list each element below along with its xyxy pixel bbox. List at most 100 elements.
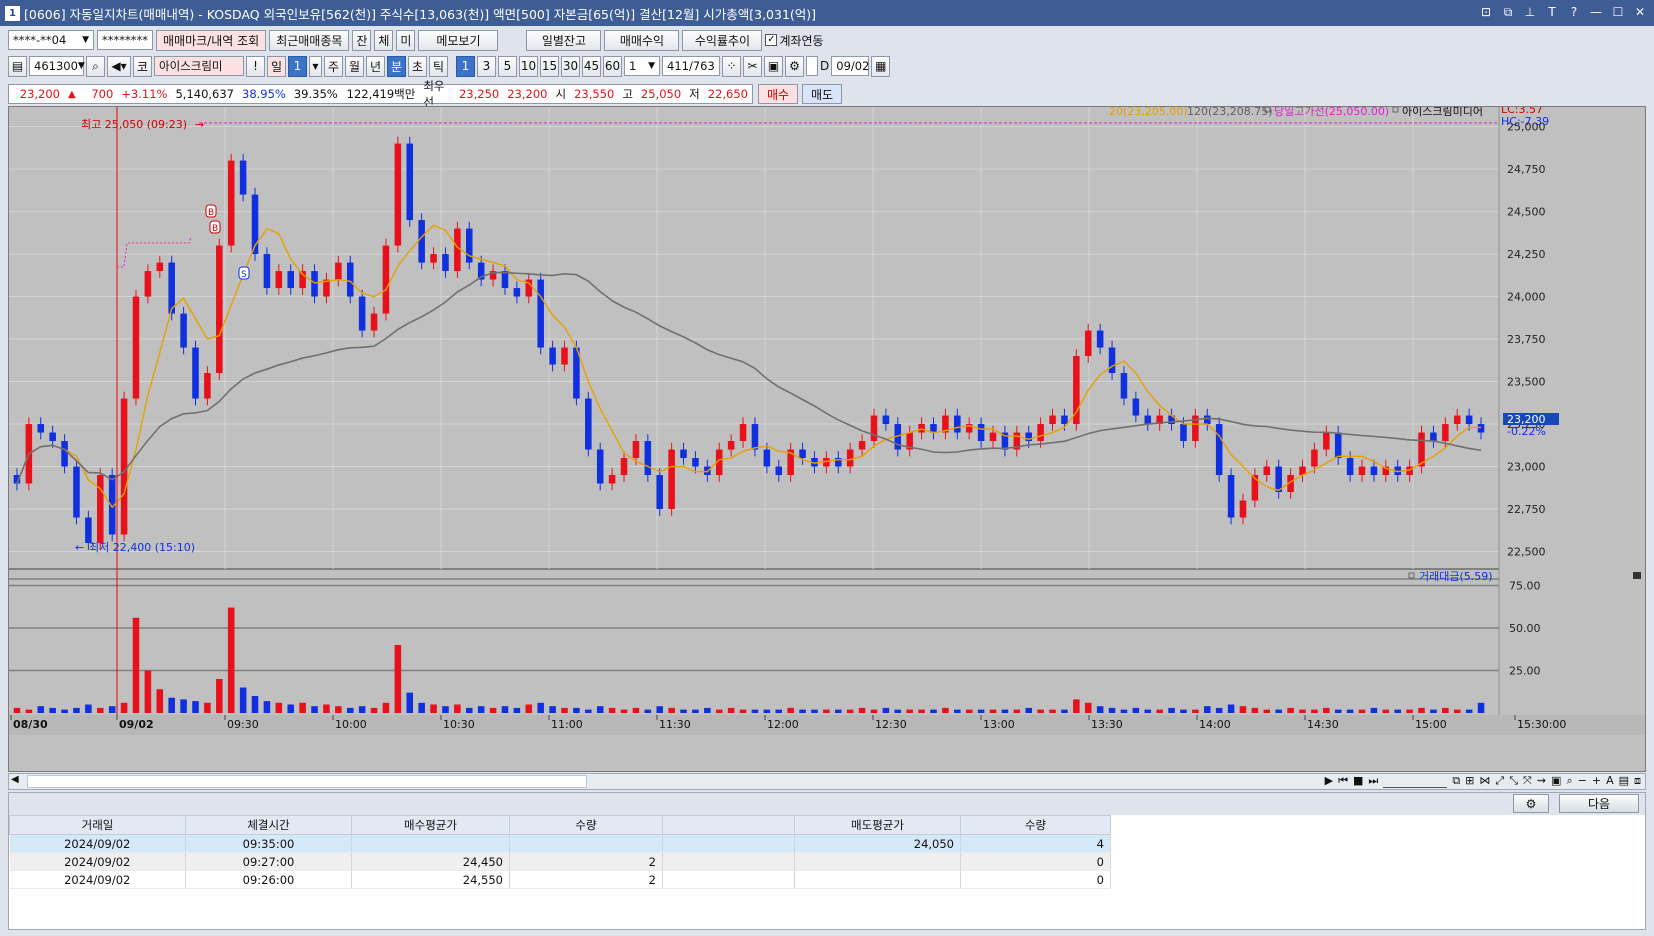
trade-profit-button[interactable]: 매매수익	[604, 29, 680, 51]
return-trend-button[interactable]: 수익률추이	[682, 29, 763, 51]
tool-icon[interactable]: ⇝	[1537, 774, 1546, 788]
zoom-slider[interactable]	[1383, 774, 1448, 788]
market-button[interactable]: 코	[133, 55, 152, 77]
account-select[interactable]: ****-**04 ▼	[8, 30, 94, 50]
scissors-icon[interactable]: ✂	[743, 55, 762, 77]
candle-body	[430, 254, 437, 263]
period-day-button[interactable]: 일	[267, 55, 286, 77]
minimize-icon[interactable]: —	[1588, 3, 1604, 21]
buy-button[interactable]: 매수	[758, 84, 798, 104]
recent-stocks-button[interactable]: 최근매매종목	[269, 29, 350, 51]
tool-icon[interactable]: ⧉	[1452, 774, 1460, 788]
tool-icon[interactable]: ⧈	[1634, 774, 1641, 788]
tool-icon[interactable]: ⤢	[1495, 774, 1504, 788]
tool-icon[interactable]: ⊞	[1465, 774, 1474, 788]
candle-body	[418, 220, 425, 263]
zoom-out-icon[interactable]: −	[1578, 774, 1587, 788]
candle-body	[1465, 415, 1473, 425]
period-month-button[interactable]: 월	[345, 55, 364, 77]
interval-button[interactable]: 3	[477, 55, 496, 77]
stop-icon[interactable]: ■	[1353, 774, 1363, 788]
font-icon[interactable]: T	[1544, 3, 1560, 21]
scroll-right-icon[interactable]: ▶	[1325, 774, 1333, 788]
jan-button[interactable]: 잔	[352, 29, 372, 51]
price-chart[interactable]: 최고 25,050 (09:23) → ← 최저 22,400 (15:10) …	[9, 103, 1645, 771]
save-icon[interactable]: ▣	[764, 55, 783, 77]
tool-icon[interactable]: ▤	[1619, 774, 1629, 788]
memo-button[interactable]: 메모보기	[418, 29, 499, 51]
text-icon[interactable]: A	[1606, 774, 1614, 788]
account-link-label: 계좌연동	[779, 33, 824, 48]
count-select[interactable]: 1 ▼	[624, 56, 660, 76]
scroll-thumb[interactable]	[27, 775, 587, 788]
mi-button[interactable]: 미	[396, 29, 416, 51]
warning-button[interactable]: !	[246, 55, 265, 77]
gear-icon[interactable]: ⚙	[1513, 794, 1549, 813]
zoom-in-icon[interactable]: +	[1592, 774, 1601, 788]
zoom-icon[interactable]: ⌕	[1566, 774, 1572, 788]
volume-bar	[525, 704, 533, 713]
interval-button[interactable]: 30	[561, 55, 580, 77]
period-tick-button[interactable]: 틱	[429, 55, 448, 77]
tool-icon[interactable]: ▣	[1551, 774, 1561, 788]
marker-query-button[interactable]: 매매마크/내역 조회	[156, 29, 267, 51]
candle-body	[144, 271, 152, 297]
fast-forward-icon[interactable]: ⏭	[1368, 774, 1378, 788]
interval-button[interactable]: 1	[456, 55, 475, 77]
daily-balance-button[interactable]: 일별잔고	[526, 29, 602, 51]
period-week-button[interactable]: 주	[324, 55, 343, 77]
interval-button[interactable]: 5	[498, 55, 517, 77]
speaker-icon[interactable]: ◀▾	[107, 55, 131, 77]
interval-button[interactable]: 45	[582, 55, 601, 77]
layout-icon[interactable]: ▤	[8, 55, 27, 77]
interval-button[interactable]: 10	[519, 55, 538, 77]
period-second-button[interactable]: 초	[408, 55, 427, 77]
chart-scrollbar[interactable]: ◀ ▶ ⏮ ■ ⏭ ⧉ ⊞ ⋈ ⤢ ⤡ ⤧ ⇝ ▣ ⌕ − + A ▤ ⧈	[8, 773, 1646, 790]
time-tick-label: 10:30	[443, 718, 475, 731]
chart-area[interactable]: 최고 25,050 (09:23) → ← 최저 22,400 (15:10) …	[8, 103, 1646, 772]
table-row[interactable]: 2024/09/02 09:26:00 24,550 2 0	[9, 870, 1111, 889]
table-row[interactable]: 2024/09/02 09:27:00 24,450 2 0	[9, 852, 1111, 871]
tool-icon[interactable]: ⤧	[1523, 774, 1532, 788]
date-field[interactable]: 09/02	[831, 56, 869, 76]
sell-button[interactable]: 매도	[802, 84, 842, 104]
pin-icon[interactable]: ⊥	[1522, 3, 1538, 21]
candle-body	[37, 424, 45, 433]
position-field[interactable]: 411/763	[662, 56, 720, 76]
col-sell-avg: 매도평균가	[794, 815, 961, 835]
tool-icon[interactable]: ⋈	[1479, 774, 1490, 788]
time-tick-label: 12:30	[875, 718, 907, 731]
interval-button[interactable]: 60	[603, 55, 622, 77]
tool-icon[interactable]: ⤡	[1509, 774, 1518, 788]
password-field[interactable]: ********	[97, 30, 153, 50]
interval-button[interactable]: 15	[540, 55, 559, 77]
search-icon[interactable]: ⌕	[86, 55, 105, 77]
volume-bar	[1477, 702, 1485, 713]
help-icon[interactable]: ?	[1566, 3, 1582, 21]
link-icon[interactable]: ⊡	[1478, 3, 1494, 21]
close-icon[interactable]: ✕	[1632, 3, 1648, 21]
volume-bar	[1001, 709, 1009, 713]
panel-close-icon[interactable]	[1633, 572, 1641, 579]
window-copy-icon[interactable]: ⧉	[1500, 3, 1516, 21]
calendar-icon[interactable]: ▦	[871, 55, 891, 77]
d-checkbox[interactable]	[806, 56, 818, 76]
code-value: 461300	[34, 59, 78, 73]
gear-icon[interactable]: ⚙	[785, 55, 804, 77]
period-minute-button[interactable]: 분	[387, 55, 406, 77]
chevron-down-icon[interactable]: ▼	[309, 55, 322, 77]
period-year-button[interactable]: 년	[366, 55, 385, 77]
che-button[interactable]: 체	[374, 29, 394, 51]
account-link-checkbox[interactable]: ✓ 계좌연동	[765, 32, 824, 49]
table-row[interactable]: 2024/09/02 09:35:00 24,050 4	[9, 834, 1111, 853]
period-count[interactable]: 1	[288, 55, 307, 77]
scroll-left-icon[interactable]: ◀	[11, 774, 19, 785]
code-input[interactable]: 461300 ▼	[29, 56, 85, 76]
crosshair-icon[interactable]: ⁘	[722, 55, 741, 77]
high-annotation: 최고 25,050 (09:23)	[81, 118, 187, 131]
volume-bar	[1418, 707, 1425, 713]
rewind-icon[interactable]: ⏮	[1338, 774, 1348, 788]
maximize-icon[interactable]: ☐	[1610, 3, 1626, 21]
volume-bar	[1156, 709, 1163, 713]
next-button[interactable]: 다음	[1559, 794, 1639, 813]
